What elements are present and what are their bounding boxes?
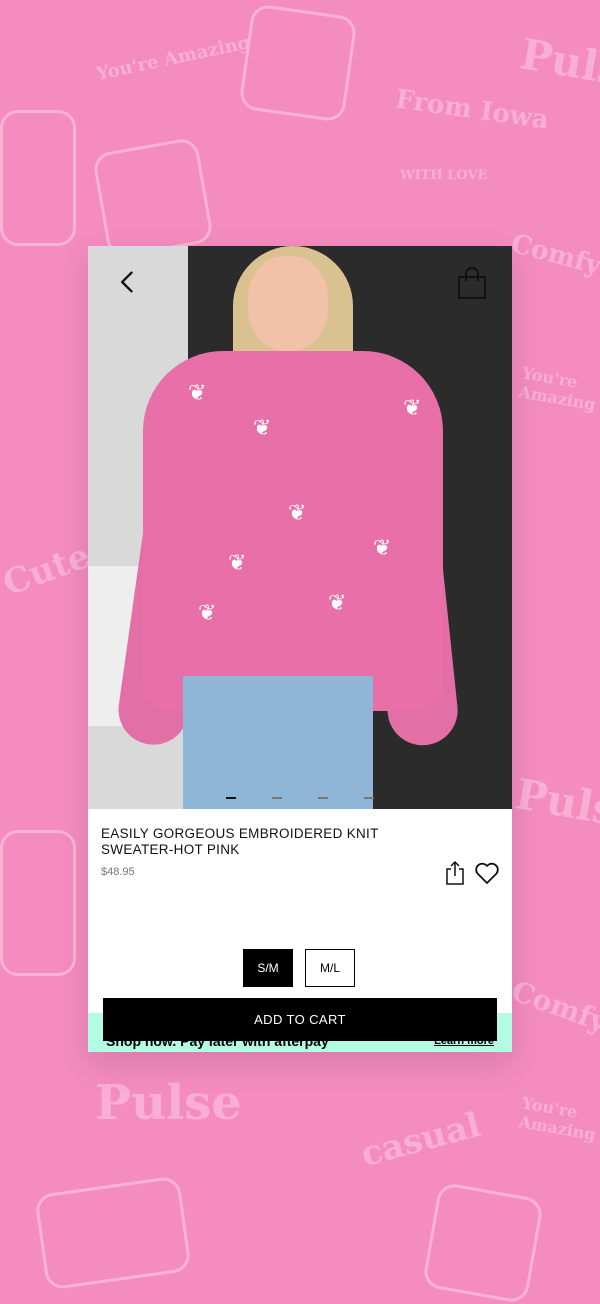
decor-shape bbox=[421, 1181, 545, 1304]
add-to-cart-button[interactable]: ADD TO CART bbox=[103, 998, 497, 1041]
bow-embroidery-icon: ❦ bbox=[403, 396, 422, 421]
jeans bbox=[183, 676, 373, 809]
bow-embroidery-icon: ❦ bbox=[188, 381, 207, 406]
chevron-left-icon[interactable] bbox=[114, 268, 142, 296]
pager-dot[interactable] bbox=[318, 797, 328, 799]
shopping-bag-icon[interactable] bbox=[456, 266, 488, 300]
size-option-sm[interactable]: S/M bbox=[243, 949, 293, 987]
image-pager bbox=[226, 797, 376, 799]
bow-embroidery-icon: ❦ bbox=[198, 601, 217, 626]
decor-text: Cute bbox=[0, 535, 96, 605]
bow-embroidery-icon: ❦ bbox=[328, 591, 347, 616]
bow-embroidery-icon: ❦ bbox=[288, 501, 307, 526]
decor-text: Pulse bbox=[95, 1075, 242, 1131]
pager-dot[interactable] bbox=[226, 797, 236, 799]
heart-icon[interactable] bbox=[474, 860, 500, 886]
decor-shape bbox=[91, 136, 215, 260]
decor-text: You're Amazing bbox=[94, 31, 252, 86]
decor-shape bbox=[0, 830, 76, 976]
product-image[interactable]: ❦ ❦ ❦ ❦ ❦ ❦ ❦ ❦ bbox=[88, 246, 512, 809]
decor-shape bbox=[34, 1175, 192, 1291]
product-price: $48.95 bbox=[101, 866, 135, 878]
pager-dot[interactable] bbox=[272, 797, 282, 799]
bow-embroidery-icon: ❦ bbox=[228, 551, 247, 576]
size-option-ml[interactable]: M/L bbox=[305, 949, 355, 987]
model-face bbox=[248, 256, 328, 351]
decor-text: casual bbox=[356, 1104, 485, 1176]
decor-text: WITH LOVE bbox=[400, 168, 488, 183]
decor-text: Pulse bbox=[516, 29, 600, 100]
decor-text: You're Amazing bbox=[517, 363, 598, 415]
decor-shape bbox=[0, 110, 76, 246]
pager-dot[interactable] bbox=[364, 797, 374, 799]
product-detail-screen: ❦ ❦ ❦ ❦ ❦ ❦ ❦ ❦ EASILY GORGEOUS EMBROIDE… bbox=[88, 246, 512, 1052]
decor-shape bbox=[238, 3, 358, 123]
share-icon[interactable] bbox=[444, 860, 466, 886]
decor-text: You're Amazing bbox=[517, 1093, 598, 1145]
decor-text: Pulse bbox=[511, 769, 600, 840]
decor-text: Comfy bbox=[507, 228, 600, 282]
bow-embroidery-icon: ❦ bbox=[373, 536, 392, 561]
product-title: EASILY GORGEOUS EMBROIDERED KNIT SWEATER… bbox=[101, 826, 379, 857]
decor-text: From Iowa bbox=[393, 84, 551, 136]
bow-embroidery-icon: ❦ bbox=[253, 416, 272, 441]
decor-text: Comfy bbox=[507, 974, 600, 1039]
